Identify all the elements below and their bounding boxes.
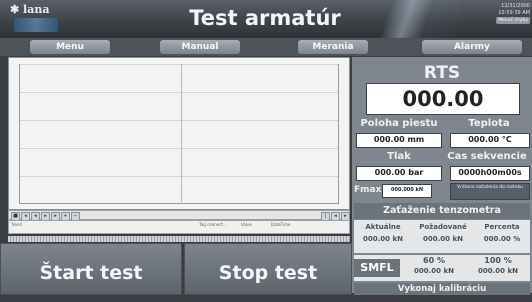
nav-manual-button[interactable]: Manual [160,40,240,54]
legend-col-tag: Tag connect... [199,222,227,227]
poloha-value: 000.00 mm [356,133,442,148]
smfl-value-100: 000.00 kN [478,267,518,275]
start-test-button[interactable]: Štart test [0,243,182,295]
fmax-label: Fmax [354,185,382,195]
smfl-value-60: 000.00 kN [414,267,454,275]
grid-line [19,92,339,93]
trend-chart[interactable] [8,57,350,210]
trend-legend-table: Trend Tag connect... Value DateTime [8,220,350,234]
cas-label: Cas sekvencie [447,151,527,162]
nav-alarmy-button[interactable]: Alarmy [422,40,522,54]
grid-line [19,64,20,204]
cas-value: 0000h00m00s [450,166,530,181]
smfl-row: SMFL 60 % 000.00 kN 100 % 000.00 kN [354,255,530,281]
nav-menu-button[interactable]: Menu [30,40,110,54]
header-decoration [372,0,462,38]
poloha-label: Poloha piestu [360,118,438,129]
rts-label: RTS [423,63,461,83]
tenzometer-header: Zaťaženie tenzometra [354,203,530,219]
percenta-label: Percenta [484,223,520,231]
grid-line [19,203,339,204]
aktualne-label: Aktuálne [365,223,401,231]
tenzometer-title: Zaťaženie tenzometra [383,205,501,216]
aktualne-value: 000.00 kN [363,235,403,243]
page-title: Test armatúr [189,6,341,30]
teplota-value: 000.00 °C [450,133,530,148]
calibrate-button[interactable]: Vykonaj kalibráciu [354,283,530,295]
logo-text: ✱ lana [10,3,49,16]
grid-line [338,64,339,204]
smfl-percent-100: 100 % [484,256,512,265]
rts-value: 000.00 [366,83,520,115]
fmax-value: 000.000 kN [382,184,432,198]
tlak-value: 000.00 bar [356,166,442,181]
percenta-value: 000.00 % [483,235,521,243]
logo-graphic [14,18,58,32]
legend-col-datetime: DateTime [271,222,291,227]
measurements-panel: RTS 000.00 Poloha piestu Teplota 000.00 … [352,57,532,295]
pozadovane-value: 000.00 kN [423,235,463,243]
nav-merania-button[interactable]: Merania [298,40,368,54]
chart-plot-area [19,64,339,204]
tenzometer-values: Aktuálne 000.00 kN Požadované 000.00 kN … [354,220,530,253]
grid-line [181,64,182,204]
chart-toolbar: ■ ◂ ◂ ▸ ▸ + − | ◂ ▸ [8,210,350,221]
smfl-label: SMFL [354,259,400,277]
stop-test-button[interactable]: Stop test [184,243,352,295]
legend-col-trend: Trend [11,222,22,227]
grid-line [19,148,339,149]
teplota-label: Teplota [468,118,510,129]
nav-bar: Menu Manual Merania Alarmy [0,38,532,56]
header-small-button[interactable]: Menuč chyby [496,17,530,24]
legend-col-value: Value [241,222,252,227]
vratane-toggle[interactable]: Vrátane zaťaženia do rozteku [450,183,530,200]
smfl-percent-60: 60 % [423,256,445,265]
logo-label: lana [23,3,50,16]
snowflake-icon: ✱ [10,3,24,16]
divider-bar [8,236,350,242]
time-text: 10:59:39 AM [498,10,530,16]
pozadovane-label: Požadované [419,223,467,231]
date-text: 12/31/2000 [501,3,530,9]
grid-line [19,64,339,65]
grid-line [19,176,339,177]
grid-line [19,120,339,121]
tlak-label: Tlak [387,151,411,162]
datetime-display: 12/31/2000 10:59:39 AM Menuč chyby [476,3,530,24]
